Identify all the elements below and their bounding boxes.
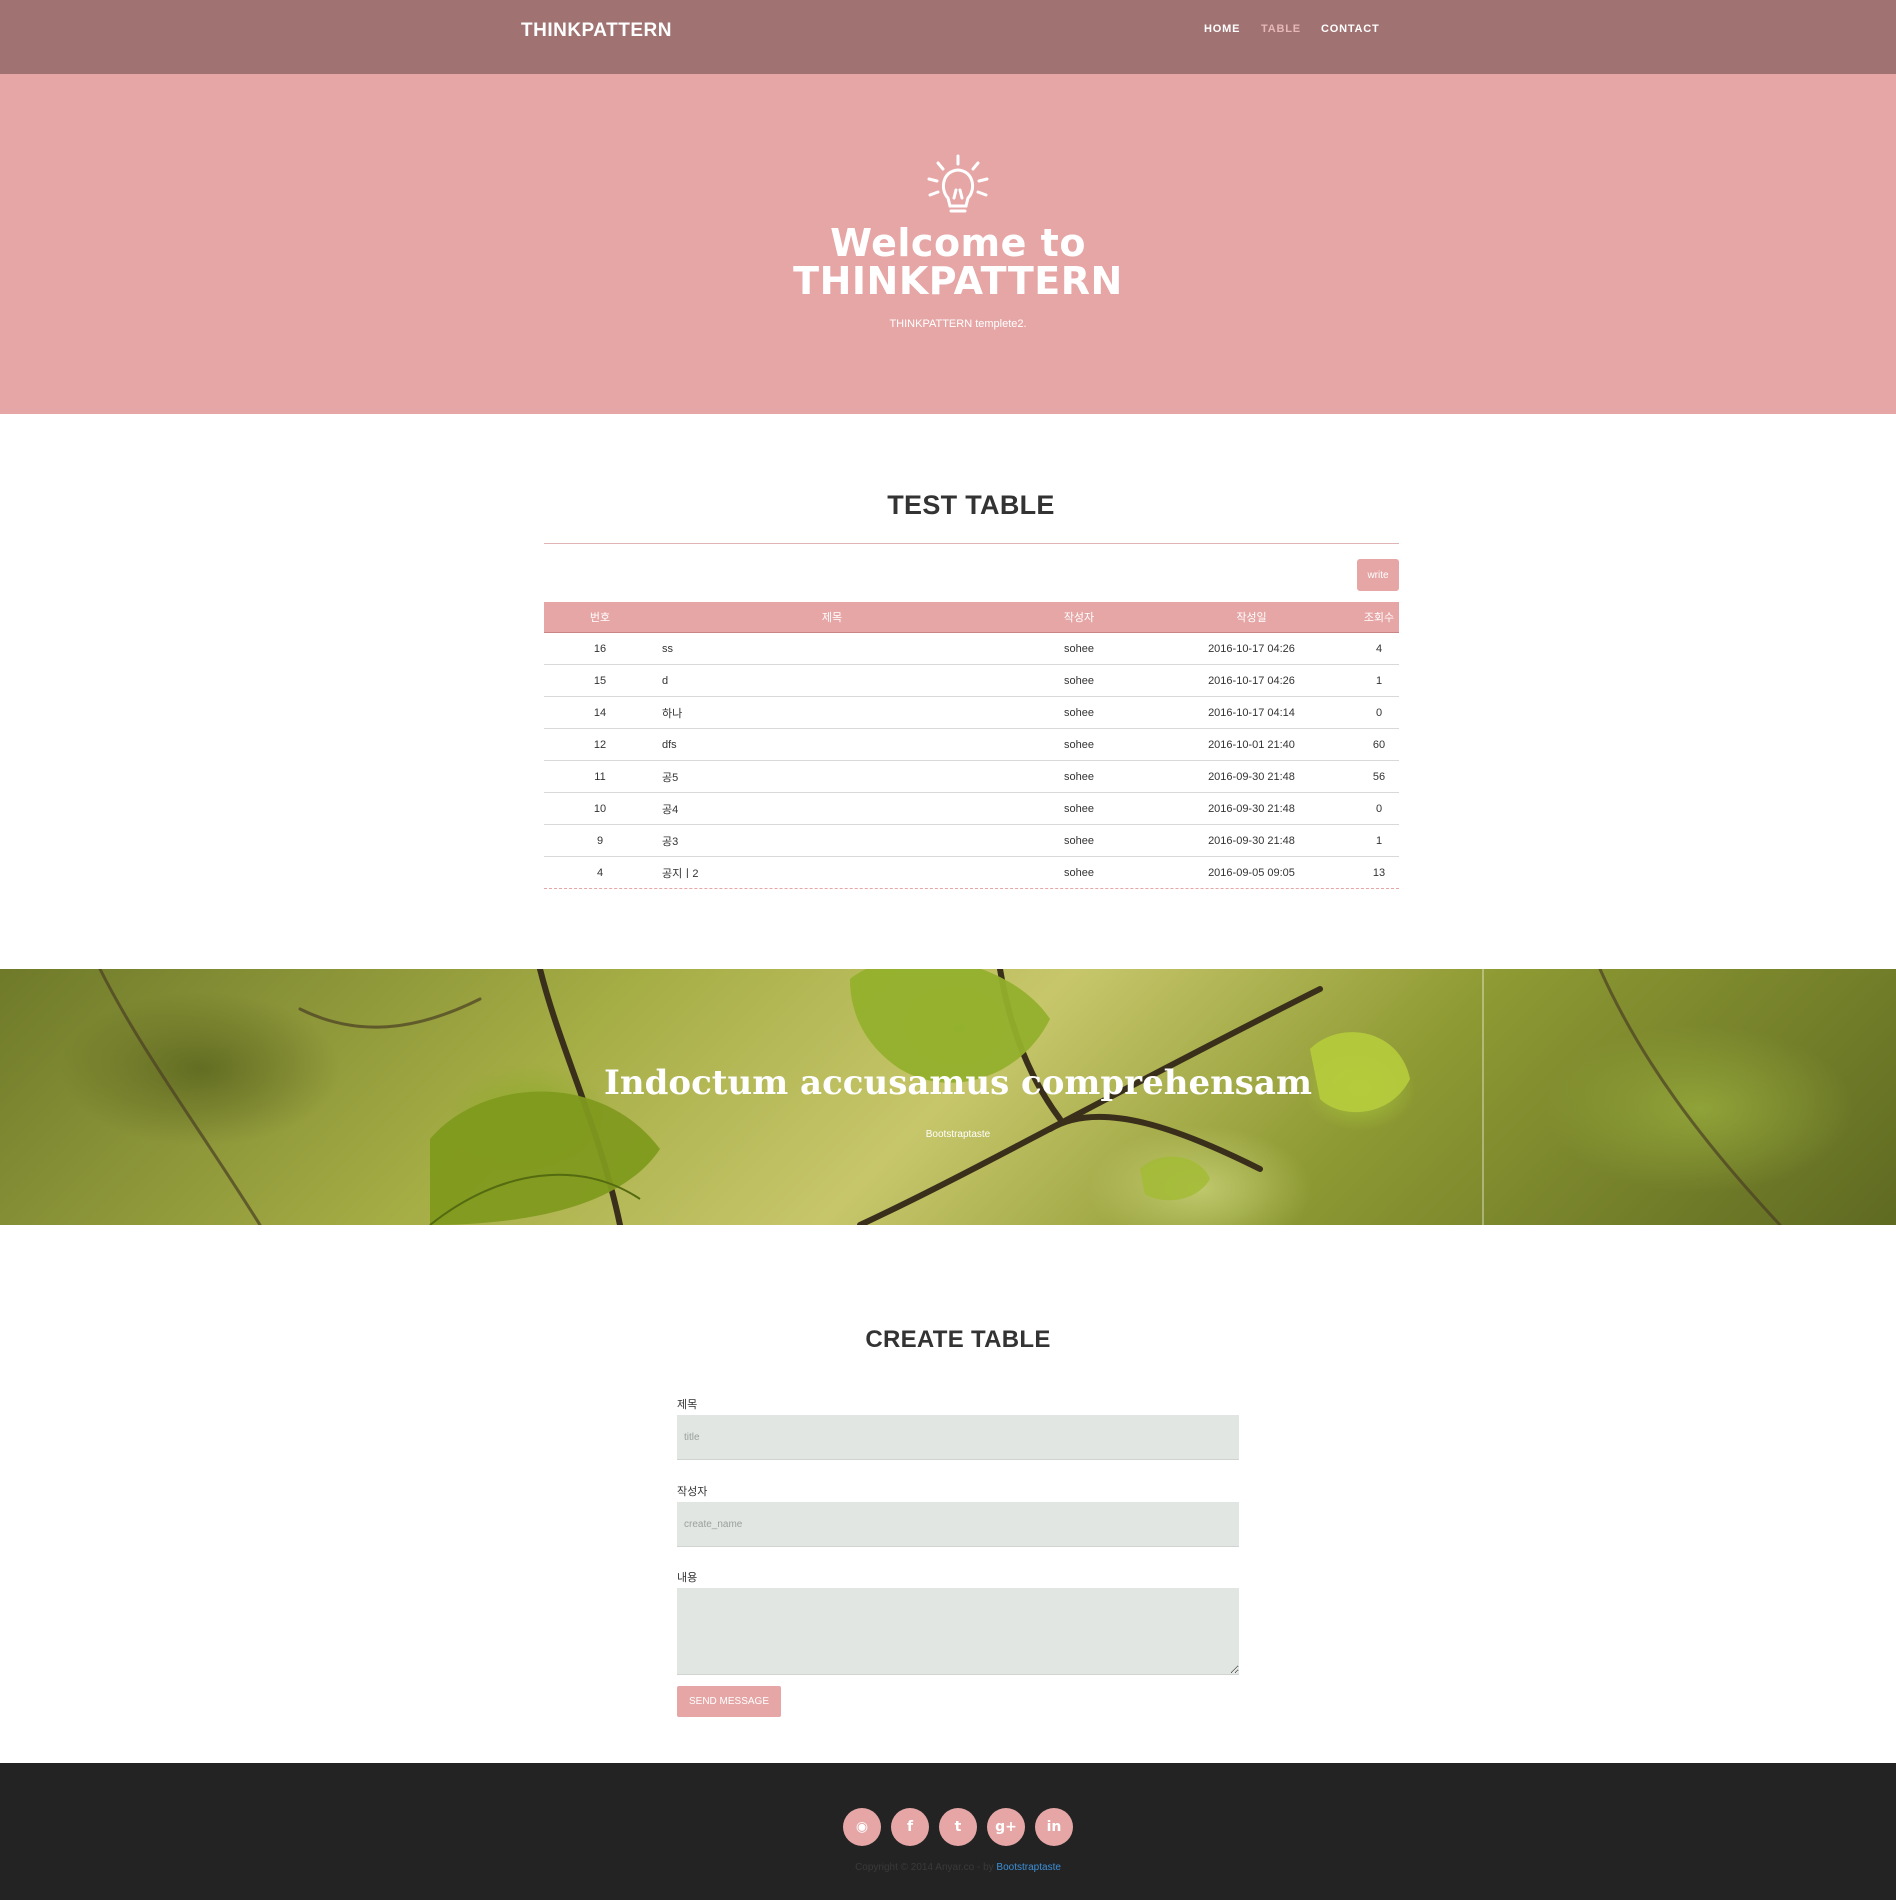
header-views: 조회수 bbox=[1363, 612, 1395, 624]
nav-home[interactable]: HOME bbox=[1204, 23, 1240, 35]
row-views: 56 bbox=[1372, 770, 1386, 783]
row-title[interactable]: dfs bbox=[662, 729, 1012, 760]
row-author: sohee bbox=[1064, 866, 1094, 879]
table-row[interactable]: 11 공5 sohee 2016-09-30 21:48 56 bbox=[544, 761, 1399, 793]
row-title[interactable]: 공4 bbox=[662, 793, 1012, 824]
bootstraptaste-link[interactable]: Bootstraptaste bbox=[996, 1862, 1060, 1873]
row-author: sohee bbox=[1064, 802, 1094, 815]
row-views: 13 bbox=[1372, 866, 1386, 879]
row-views: 0 bbox=[1375, 706, 1383, 719]
brand-logo[interactable]: THINKPATTERN bbox=[521, 20, 672, 42]
author-label: 작성자 bbox=[677, 1486, 708, 1498]
author-input[interactable] bbox=[677, 1502, 1239, 1547]
row-author: sohee bbox=[1064, 674, 1094, 687]
row-views: 1 bbox=[1375, 834, 1383, 847]
row-num: 15 bbox=[593, 674, 607, 687]
table-row[interactable]: 4 공지ㅣ2 sohee 2016-09-05 09:05 13 bbox=[544, 857, 1399, 889]
row-num: 11 bbox=[594, 770, 606, 783]
row-views: 4 bbox=[1375, 642, 1383, 655]
row-num: 4 bbox=[596, 866, 604, 879]
copyright: Copyright © 2014 Anyar.co - by Bootstrap… bbox=[0, 1862, 1896, 1873]
table-row[interactable]: 16 ss sohee 2016-10-17 04:26 4 bbox=[544, 633, 1399, 665]
nav-contact[interactable]: CONTACT bbox=[1321, 23, 1380, 35]
linkedin-icon[interactable]: in bbox=[1035, 1808, 1073, 1846]
row-views: 1 bbox=[1375, 674, 1383, 687]
table-row[interactable]: 9 공3 sohee 2016-09-30 21:48 1 bbox=[544, 825, 1399, 857]
hero-title: Welcome to THINKPATTERN bbox=[0, 224, 1896, 300]
row-num: 9 bbox=[596, 834, 604, 847]
row-author: sohee bbox=[1064, 706, 1094, 719]
hero-title-line1: Welcome to bbox=[830, 221, 1086, 265]
twitter-icon[interactable]: t bbox=[939, 1808, 977, 1846]
header-author: 작성자 bbox=[1063, 612, 1095, 624]
hero-section: Welcome to THINKPATTERN THINKPATTERN tem… bbox=[0, 74, 1896, 414]
table-body: 16 ss sohee 2016-10-17 04:26 4 15 d sohee 2016-1… bbox=[544, 633, 1399, 889]
table-header: 번호 제목 작성자 작성일 조회수 bbox=[544, 602, 1399, 633]
title-input[interactable] bbox=[677, 1415, 1239, 1460]
title-label: 제목 bbox=[677, 1399, 698, 1411]
row-views: 0 bbox=[1375, 802, 1383, 815]
footer: ◉ f t g+ in Copyright © 2014 Anyar.co - … bbox=[0, 1763, 1896, 1900]
lightbulb-icon bbox=[927, 154, 989, 213]
board-table: 번호 제목 작성자 작성일 조회수 16 ss sohee 2016-10-17 04… bbox=[544, 602, 1399, 889]
row-author: sohee bbox=[1064, 834, 1094, 847]
row-title[interactable]: 공5 bbox=[662, 761, 1012, 792]
google-plus-icon[interactable]: g+ bbox=[987, 1808, 1025, 1846]
row-title[interactable]: 하나 bbox=[662, 697, 1012, 728]
write-button[interactable]: write bbox=[1357, 559, 1399, 591]
table-row[interactable]: 15 d sohee 2016-10-17 04:26 1 bbox=[544, 665, 1399, 697]
copyright-text: Copyright © 2014 Anyar.co - by bbox=[855, 1862, 994, 1873]
send-message-button[interactable]: SEND MESSAGE bbox=[677, 1686, 781, 1717]
row-author: sohee bbox=[1064, 770, 1094, 783]
row-num: 14 bbox=[593, 706, 607, 719]
row-title[interactable]: d bbox=[662, 665, 1012, 696]
facebook-icon[interactable]: f bbox=[891, 1808, 929, 1846]
row-num: 12 bbox=[593, 738, 607, 751]
navbar: THINKPATTERN HOME TABLE CONTACT bbox=[0, 0, 1896, 74]
hero-title-line2: THINKPATTERN bbox=[793, 259, 1123, 303]
header-title: 제목 bbox=[821, 612, 843, 624]
row-title[interactable]: ss bbox=[662, 633, 1012, 664]
header-num: 번호 bbox=[589, 612, 611, 624]
row-title[interactable]: 공3 bbox=[662, 825, 1012, 856]
form-section-title: CREATE TABLE bbox=[865, 1326, 1051, 1353]
table-row[interactable]: 14 하나 sohee 2016-10-17 04:14 0 bbox=[544, 697, 1399, 729]
row-title[interactable]: 공지ㅣ2 bbox=[662, 857, 1012, 888]
banner-subtitle: Bootstraptaste bbox=[925, 1129, 991, 1140]
nav-table[interactable]: TABLE bbox=[1261, 23, 1301, 35]
table-row[interactable]: 10 공4 sohee 2016-09-30 21:48 0 bbox=[544, 793, 1399, 825]
hero-subtitle: THINKPATTERN templete2. bbox=[889, 318, 1027, 330]
row-author: sohee bbox=[1064, 642, 1094, 655]
section-divider bbox=[544, 543, 1399, 544]
row-num: 10 bbox=[593, 802, 607, 815]
nature-banner: Indoctum accusamus comprehensam Bootstra… bbox=[0, 969, 1896, 1225]
row-num: 16 bbox=[593, 642, 607, 655]
table-row[interactable]: 12 dfs sohee 2016-10-01 21:40 60 bbox=[544, 729, 1399, 761]
banner-title: Indoctum accusamus comprehensam bbox=[604, 1063, 1312, 1103]
row-author: sohee bbox=[1064, 738, 1094, 751]
table-section-title: TEST TABLE bbox=[887, 490, 1055, 520]
content-textarea[interactable] bbox=[677, 1588, 1239, 1675]
content-label: 내용 bbox=[677, 1572, 698, 1584]
rss-icon[interactable]: ◉ bbox=[843, 1808, 881, 1846]
row-views: 60 bbox=[1372, 738, 1386, 751]
